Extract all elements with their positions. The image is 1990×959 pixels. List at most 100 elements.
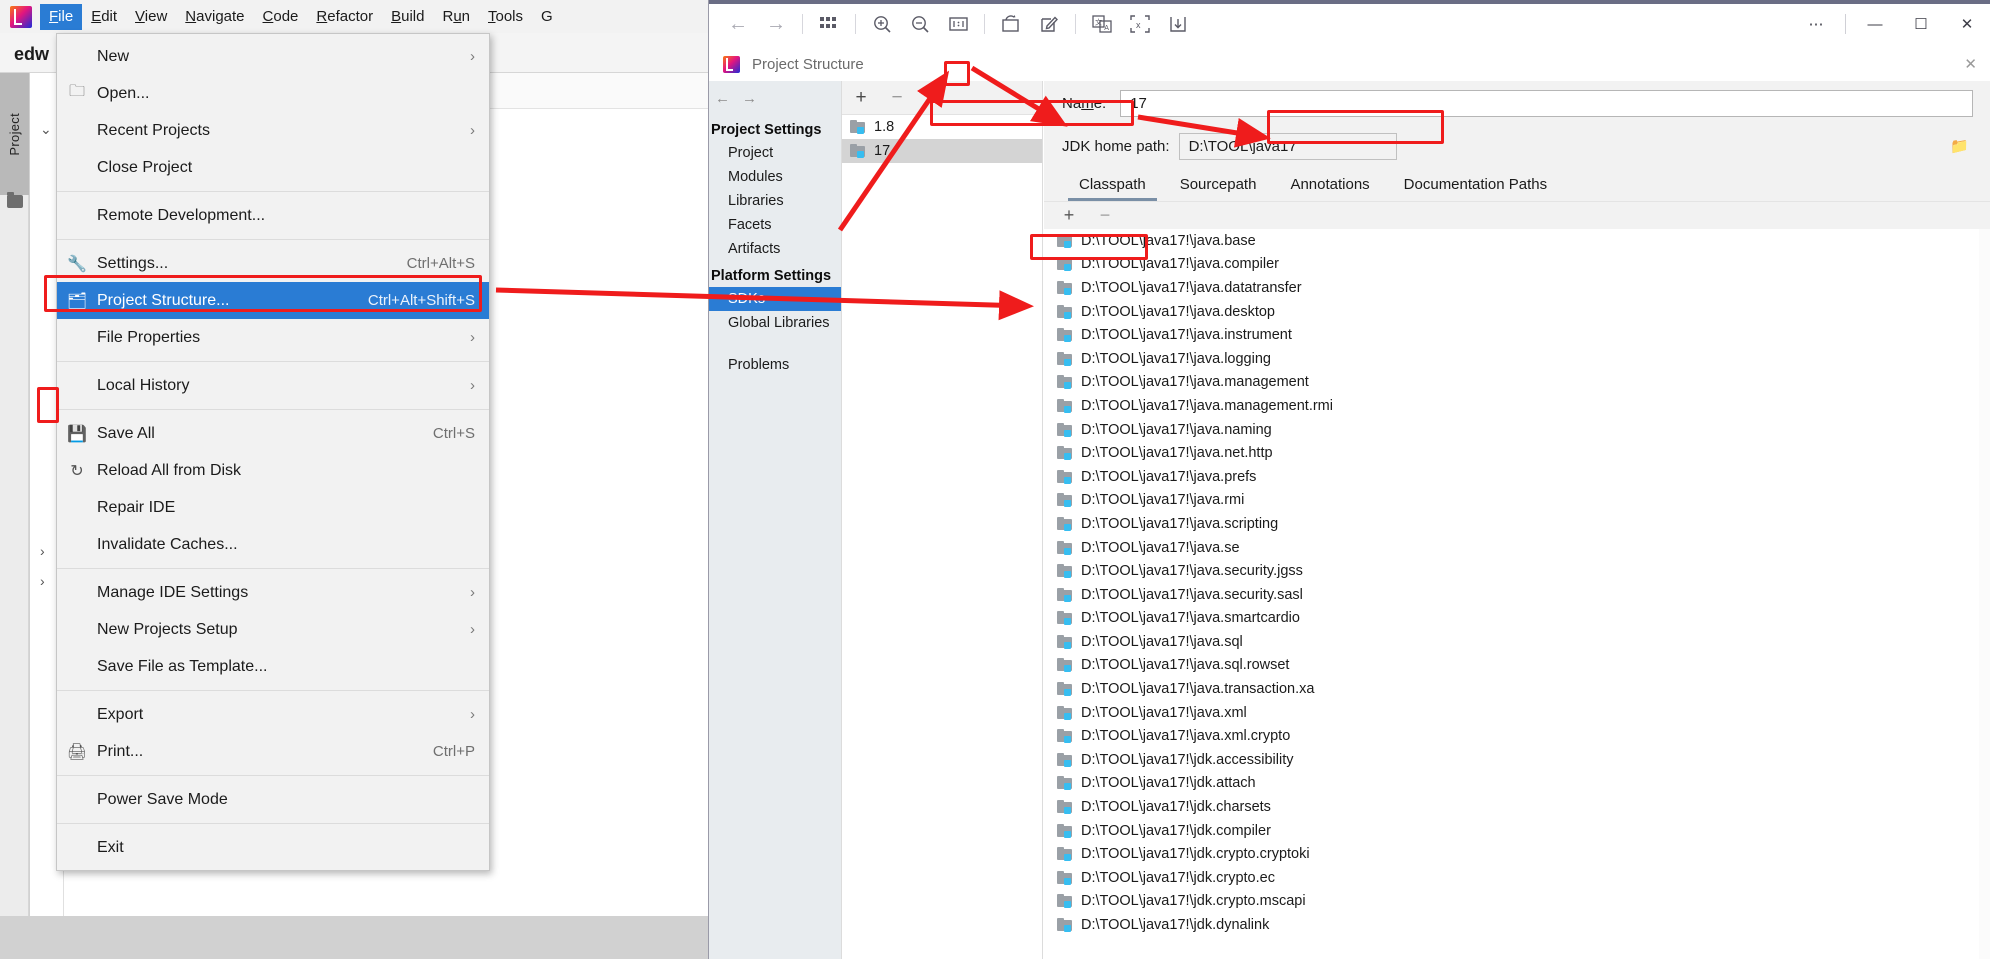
sdk-list-panel[interactable]: + − 1.8 17: [841, 81, 1043, 959]
classpath-row[interactable]: D:\TOOL\java17!\jdk.crypto.cryptoki: [1044, 842, 1990, 866]
classpath-row[interactable]: D:\TOOL\java17!\java.logging: [1044, 347, 1990, 371]
more-options-icon[interactable]: ⋯: [1793, 4, 1839, 44]
maximize-icon[interactable]: ☐: [1898, 4, 1944, 44]
zoom-out-icon[interactable]: [901, 8, 939, 40]
classpath-row[interactable]: D:\TOOL\java17!\java.xml.crypto: [1044, 724, 1990, 748]
chevron-right-icon-1[interactable]: ›: [40, 543, 45, 559]
minimize-icon[interactable]: —: [1852, 4, 1898, 44]
classpath-row[interactable]: D:\TOOL\java17!\java.base: [1044, 229, 1990, 253]
menubar-item-g[interactable]: G: [532, 4, 562, 30]
classpath-row[interactable]: D:\TOOL\java17!\java.sql.rowset: [1044, 654, 1990, 678]
classpath-row[interactable]: D:\TOOL\java17!\java.rmi: [1044, 489, 1990, 513]
sidebar-item-facets[interactable]: Facets: [709, 213, 841, 237]
menubar-item-file[interactable]: File: [40, 3, 83, 30]
sidebar-item-sdks[interactable]: SDKs: [709, 287, 841, 311]
menubar-item-run[interactable]: Run: [433, 4, 479, 30]
sidebar-item-libraries[interactable]: Libraries: [709, 189, 841, 213]
classpath-row[interactable]: D:\TOOL\java17!\java.scripting: [1044, 512, 1990, 536]
classpath-row[interactable]: D:\TOOL\java17!\jdk.attach: [1044, 772, 1990, 796]
menu-item-project-structure[interactable]: 🗂 Project Structure... Ctrl+Alt+Shift+S: [57, 282, 489, 319]
classpath-row[interactable]: D:\TOOL\java17!\jdk.dynalink: [1044, 913, 1990, 937]
menu-item-recent-projects[interactable]: Recent Projects ›: [57, 112, 489, 149]
forward-arrow-icon[interactable]: →: [742, 90, 757, 107]
tab-classpath[interactable]: Classpath: [1062, 170, 1163, 201]
detail-tabs[interactable]: Classpath Sourcepath Annotations Documentat…: [1044, 167, 1990, 201]
menubar-item-edit[interactable]: Edit: [82, 4, 126, 30]
window-controls[interactable]: ⋯ — ☐ ✕: [1793, 4, 1990, 44]
menu-item-settings[interactable]: 🔧 Settings... Ctrl+Alt+S: [57, 245, 489, 282]
back-arrow-icon[interactable]: ←: [715, 90, 730, 107]
classpath-row[interactable]: D:\TOOL\java17!\jdk.compiler: [1044, 819, 1990, 843]
sdk-list-item-1-8[interactable]: 1.8: [842, 115, 1042, 139]
sidebar-item-artifacts[interactable]: Artifacts: [709, 237, 841, 261]
menu-item-close-project[interactable]: Close Project: [57, 149, 489, 186]
menu-item-open[interactable]: 🗀 Open...: [57, 75, 489, 112]
zoom-in-icon[interactable]: [863, 8, 901, 40]
menu-item-save-all[interactable]: 💾 Save All Ctrl+S: [57, 415, 489, 452]
back-arrow-icon[interactable]: ←: [719, 8, 757, 40]
classpath-row[interactable]: D:\TOOL\java17!\jdk.crypto.mscapi: [1044, 890, 1990, 914]
classpath-row[interactable]: D:\TOOL\java17!\java.smartcardio: [1044, 607, 1990, 631]
classpath-row[interactable]: D:\TOOL\java17!\java.datatransfer: [1044, 276, 1990, 300]
classpath-row[interactable]: D:\TOOL\java17!\java.se: [1044, 536, 1990, 560]
actual-size-icon[interactable]: [939, 8, 977, 40]
menu-item-exit[interactable]: Exit: [57, 829, 489, 866]
classpath-row[interactable]: D:\TOOL\java17!\java.instrument: [1044, 323, 1990, 347]
classpath-row[interactable]: D:\TOOL\java17!\java.sql: [1044, 630, 1990, 654]
jdk-home-path-input[interactable]: D:\TOOL\java17: [1178, 132, 1397, 160]
menu-item-repair-ide[interactable]: Repair IDE: [57, 489, 489, 526]
menu-item-new-projects-setup[interactable]: New Projects Setup ›: [57, 611, 489, 648]
classpath-row[interactable]: D:\TOOL\java17!\jdk.accessibility: [1044, 748, 1990, 772]
sidebar-item-problems[interactable]: Problems: [709, 353, 841, 377]
classpath-row[interactable]: D:\TOOL\java17!\java.security.jgss: [1044, 559, 1990, 583]
menubar-item-refactor[interactable]: Refactor: [307, 4, 382, 30]
classpath-row[interactable]: D:\TOOL\java17!\java.prefs: [1044, 465, 1990, 489]
menu-item-remote-development[interactable]: Remote Development...: [57, 197, 489, 234]
folder-browse-icon[interactable]: 📁: [1950, 137, 1973, 155]
menubar-item-code[interactable]: Code: [254, 4, 308, 30]
menu-item-export[interactable]: Export ›: [57, 696, 489, 733]
forward-arrow-icon[interactable]: →: [757, 8, 795, 40]
extract-text-icon[interactable]: x: [1121, 8, 1159, 40]
menu-item-save-file-as-template[interactable]: Save File as Template...: [57, 648, 489, 685]
menu-item-local-history[interactable]: Local History ›: [57, 367, 489, 404]
sdk-list-item-17[interactable]: 17: [842, 139, 1042, 163]
classpath-row[interactable]: D:\TOOL\java17!\java.compiler: [1044, 253, 1990, 277]
menubar-item-view[interactable]: View: [126, 4, 176, 30]
scrollbar[interactable]: [1979, 229, 1990, 959]
classpath-list[interactable]: D:\TOOL\java17!\java.base D:\TOOL\java17!…: [1044, 229, 1990, 959]
classpath-toolbar[interactable]: + −: [1044, 201, 1990, 229]
menu-item-reload-all-from-disk[interactable]: ↻ Reload All from Disk: [57, 452, 489, 489]
classpath-row[interactable]: D:\TOOL\java17!\java.desktop: [1044, 300, 1990, 324]
tab-sourcepath[interactable]: Sourcepath: [1163, 170, 1274, 201]
classpath-row[interactable]: D:\TOOL\java17!\java.xml: [1044, 701, 1990, 725]
menu-item-print[interactable]: 🖨 Print... Ctrl+P: [57, 733, 489, 770]
file-menu-popup[interactable]: New › 🗀 Open... Recent Projects › Close Projec…: [56, 33, 490, 871]
sidebar-item-project[interactable]: Project: [0, 73, 29, 195]
thumbnails-grid-icon[interactable]: [810, 8, 848, 40]
menu-item-file-properties[interactable]: File Properties ›: [57, 319, 489, 356]
classpath-row[interactable]: D:\TOOL\java17!\java.management: [1044, 371, 1990, 395]
dialog-settings-nav[interactable]: ← → Project Settings Project Modules Librar…: [709, 81, 841, 959]
sidebar-item-global-libraries[interactable]: Global Libraries: [709, 311, 841, 335]
menu-item-manage-ide-settings[interactable]: Manage IDE Settings ›: [57, 574, 489, 611]
close-icon[interactable]: ✕: [1944, 4, 1990, 44]
edit-icon[interactable]: [1030, 8, 1068, 40]
tab-documentation-paths[interactable]: Documentation Paths: [1387, 170, 1564, 201]
classpath-row[interactable]: D:\TOOL\java17!\java.naming: [1044, 418, 1990, 442]
nav-history-buttons[interactable]: ← →: [709, 81, 841, 115]
sdk-list-toolbar[interactable]: + −: [842, 81, 1042, 115]
close-icon[interactable]: ✕: [1964, 55, 1977, 73]
chevron-down-icon[interactable]: ⌄: [40, 121, 52, 138]
classpath-remove-button[interactable]: −: [1096, 205, 1114, 226]
sdk-add-button[interactable]: +: [850, 87, 872, 109]
sidebar-item-modules[interactable]: Modules: [709, 165, 841, 189]
sdk-name-input[interactable]: 17: [1120, 89, 1973, 117]
rotate-icon[interactable]: [992, 8, 1030, 40]
classpath-row[interactable]: D:\TOOL\java17!\java.security.sasl: [1044, 583, 1990, 607]
classpath-row[interactable]: D:\TOOL\java17!\jdk.charsets: [1044, 795, 1990, 819]
menu-item-invalidate-caches[interactable]: Invalidate Caches...: [57, 526, 489, 563]
menubar-item-build[interactable]: Build: [382, 4, 433, 30]
sdk-remove-button[interactable]: −: [886, 87, 908, 109]
chevron-right-icon-2[interactable]: ›: [40, 573, 45, 589]
